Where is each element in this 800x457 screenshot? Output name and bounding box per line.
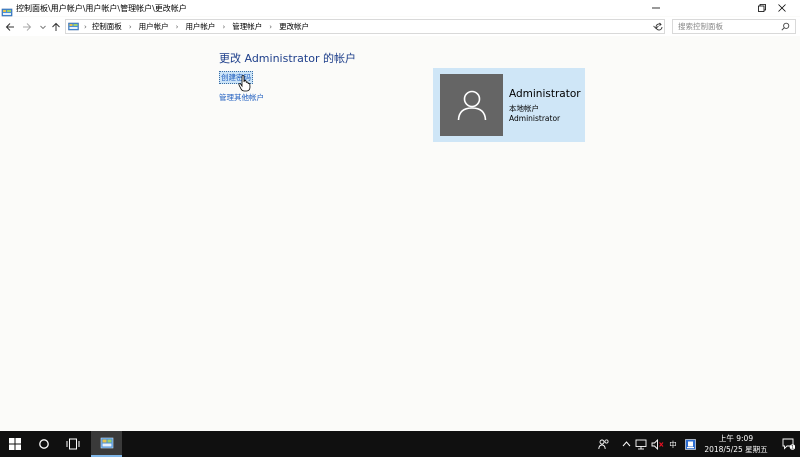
window-title: 控制面板\用户帐户\用户帐户\管理帐户\更改帐户: [16, 3, 187, 13]
up-button[interactable]: [49, 17, 63, 36]
control-panel-location-icon: [68, 22, 79, 32]
back-arrow-icon: [5, 22, 14, 31]
account-name: Administrator: [509, 88, 581, 100]
breadcrumb-separator[interactable]: ›: [222, 23, 225, 31]
navigation-bar: › 控制面板 › 用户帐户 › 用户帐户 › 管理帐户 › 更改帐户 搜索控制面…: [0, 17, 800, 36]
close-button[interactable]: [764, 0, 800, 16]
address-bar[interactable]: › 控制面板 › 用户帐户 › 用户帐户 › 管理帐户 › 更改帐户: [65, 19, 665, 34]
title-bar[interactable]: 控制面板\用户帐户\用户帐户\管理帐户\更改帐户: [0, 0, 800, 16]
account-type: 本地帐户: [509, 104, 539, 113]
breadcrumb-separator[interactable]: ›: [129, 23, 132, 31]
user-icon: [457, 90, 486, 121]
refresh-button[interactable]: [652, 17, 666, 36]
breadcrumb-control-panel[interactable]: 控制面板: [92, 21, 122, 32]
control-panel-window: 控制面板\用户帐户\用户帐户\管理帐户\更改帐户 › 控制面板 › 用户帐户 ›…: [0, 0, 800, 431]
breadcrumb-manage-accounts[interactable]: 管理帐户: [232, 21, 262, 32]
account-role: Administrator: [509, 114, 561, 123]
network-icon[interactable]: [634, 431, 648, 457]
minimize-button[interactable]: [638, 0, 674, 16]
breadcrumb-separator: ›: [84, 22, 87, 31]
page-title: 更改 Administrator 的帐户: [219, 52, 356, 65]
search-input[interactable]: 搜索控制面板: [678, 21, 781, 32]
back-button[interactable]: [3, 17, 17, 36]
taskbar: 中 上午 9:09 2018/5/25 星期五 1: [0, 431, 800, 457]
windows-logo-icon: [9, 438, 21, 450]
ime-label: 中: [669, 439, 677, 449]
breadcrumb-separator[interactable]: ›: [269, 23, 272, 31]
avatar: [440, 74, 503, 136]
clock-date: 2018/5/25 星期五: [704, 445, 768, 454]
people-icon[interactable]: [596, 431, 612, 457]
control-panel-icon: [100, 437, 113, 449]
manage-other-accounts-link[interactable]: 管理其他帐户: [219, 92, 264, 103]
start-button[interactable]: [0, 431, 30, 457]
search-box[interactable]: 搜索控制面板: [672, 19, 796, 34]
taskbar-control-panel-app[interactable]: [91, 431, 122, 457]
input-method-indicator[interactable]: 中: [666, 431, 680, 457]
chevron-up-icon: [622, 441, 630, 447]
clock-time: 上午 9:09: [718, 434, 754, 443]
action-center-button[interactable]: 1: [778, 431, 798, 457]
breadcrumb-change-account[interactable]: 更改帐户: [279, 21, 309, 32]
search-icon[interactable]: [781, 22, 790, 31]
forward-arrow-icon: [23, 22, 32, 31]
refresh-icon: [655, 22, 663, 30]
control-panel-icon: [1, 3, 13, 16]
recent-locations-button[interactable]: [36, 17, 50, 36]
forward-button[interactable]: [20, 17, 34, 36]
task-view-button[interactable]: [58, 431, 88, 457]
up-arrow-icon: [52, 22, 60, 31]
search-button[interactable]: [30, 431, 58, 457]
notification-icon: 1: [782, 438, 795, 450]
ime-mode-icon[interactable]: [683, 431, 697, 457]
volume-muted-icon[interactable]: [650, 431, 664, 457]
system-clock[interactable]: 上午 9:09 2018/5/25 星期五: [700, 431, 772, 457]
breadcrumb-user-accounts-2[interactable]: 用户帐户: [185, 21, 215, 32]
breadcrumb-user-accounts[interactable]: 用户帐户: [139, 21, 169, 32]
cortana-circle-icon: [39, 439, 49, 449]
chevron-down-icon: [40, 25, 46, 29]
task-view-icon: [66, 438, 80, 450]
breadcrumb-separator[interactable]: ›: [176, 23, 179, 31]
account-card: Administrator 本地帐户 Administrator: [433, 68, 585, 142]
show-hidden-icons-button[interactable]: [620, 431, 632, 457]
hand-cursor-icon: [238, 75, 252, 92]
notification-count: 1: [791, 445, 794, 450]
